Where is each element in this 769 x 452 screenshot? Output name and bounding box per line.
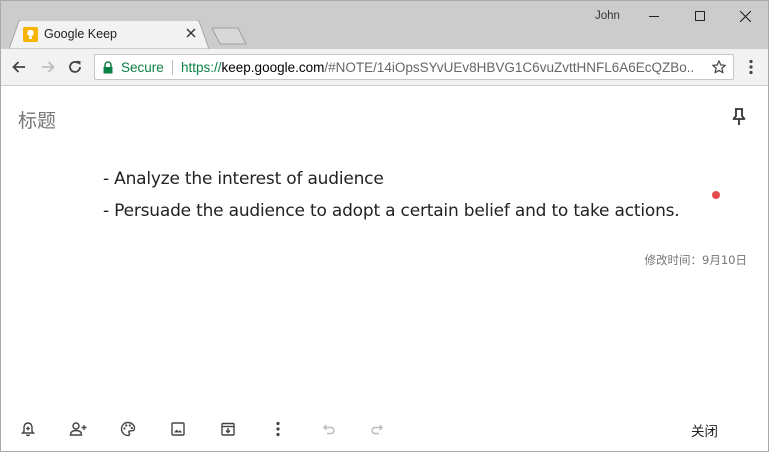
undo-button[interactable] xyxy=(317,418,339,440)
new-tab-button[interactable] xyxy=(211,27,247,45)
address-bar[interactable]: Secure https://keep.google.com/#NOTE/14i… xyxy=(94,54,734,80)
url-scheme: https:// xyxy=(181,60,222,75)
undo-icon xyxy=(323,424,335,435)
pin-button[interactable] xyxy=(728,106,750,128)
collaborator-button[interactable] xyxy=(67,418,89,440)
back-arrow-icon xyxy=(12,61,25,73)
url-text[interactable]: https://keep.google.com/#NOTE/14iOpsSYvU… xyxy=(181,60,695,75)
more-vert-icon xyxy=(276,421,280,437)
note-line[interactable]: - Persuade the audience to adopt a certa… xyxy=(103,201,680,221)
image-icon xyxy=(171,422,185,436)
remind-me-button[interactable] xyxy=(17,418,39,440)
note-title-input[interactable]: 标题 xyxy=(18,106,56,133)
keep-bulb-icon xyxy=(23,27,38,42)
lock-icon xyxy=(103,61,113,74)
url-path: /#NOTE/14iOpsSYvUEv8HBVG1C6vuZvttHNFL6A6… xyxy=(324,60,695,75)
close-note-button[interactable]: 关闭 xyxy=(691,420,718,440)
redo-button[interactable] xyxy=(367,418,389,440)
tab-title: Google Keep xyxy=(44,27,117,41)
redo-icon xyxy=(371,424,383,435)
add-image-button[interactable] xyxy=(167,418,189,440)
window-close-icon xyxy=(739,10,751,22)
title-bar: Google Keep John xyxy=(1,1,768,49)
note-line[interactable]: - Analyze the interest of audience xyxy=(103,169,384,189)
forward-arrow-icon xyxy=(42,61,55,73)
browser-window: Google Keep John Secure https://keep.goo… xyxy=(0,0,769,452)
pin-icon xyxy=(732,108,746,125)
edited-timestamp: 修改时间：9月10日 xyxy=(644,253,747,267)
more-button[interactable] xyxy=(267,418,289,440)
more-vert-icon xyxy=(749,59,753,75)
address-separator xyxy=(172,60,173,75)
browser-menu-button[interactable] xyxy=(742,57,760,77)
url-host: keep.google.com xyxy=(221,60,325,75)
reload-button[interactable] xyxy=(65,57,85,77)
secure-label: Secure xyxy=(121,60,164,75)
change-color-button[interactable] xyxy=(117,418,139,440)
back-button[interactable] xyxy=(9,57,29,77)
archive-icon xyxy=(221,422,235,436)
collaborator-icon xyxy=(69,422,87,436)
profile-name[interactable]: John xyxy=(595,10,620,22)
minimize-icon xyxy=(649,16,659,17)
minimize-button[interactable] xyxy=(631,1,677,31)
remind-me-icon xyxy=(20,422,36,437)
browser-tab[interactable]: Google Keep xyxy=(9,20,209,49)
reload-icon xyxy=(69,60,81,73)
red-dot-marker xyxy=(712,191,720,199)
bookmark-star-icon[interactable] xyxy=(711,59,727,75)
forward-button[interactable] xyxy=(38,57,58,77)
tab-close-icon[interactable] xyxy=(184,26,198,40)
palette-icon xyxy=(120,421,136,437)
note-action-bar: 关闭 xyxy=(1,415,768,445)
maximize-button[interactable] xyxy=(677,1,723,31)
browser-toolbar: Secure https://keep.google.com/#NOTE/14i… xyxy=(1,49,768,86)
archive-button[interactable] xyxy=(217,418,239,440)
note-editor: 标题 - Analyze the interest of audience - … xyxy=(1,87,768,451)
window-close-button[interactable] xyxy=(722,1,768,31)
maximize-icon xyxy=(695,11,705,21)
